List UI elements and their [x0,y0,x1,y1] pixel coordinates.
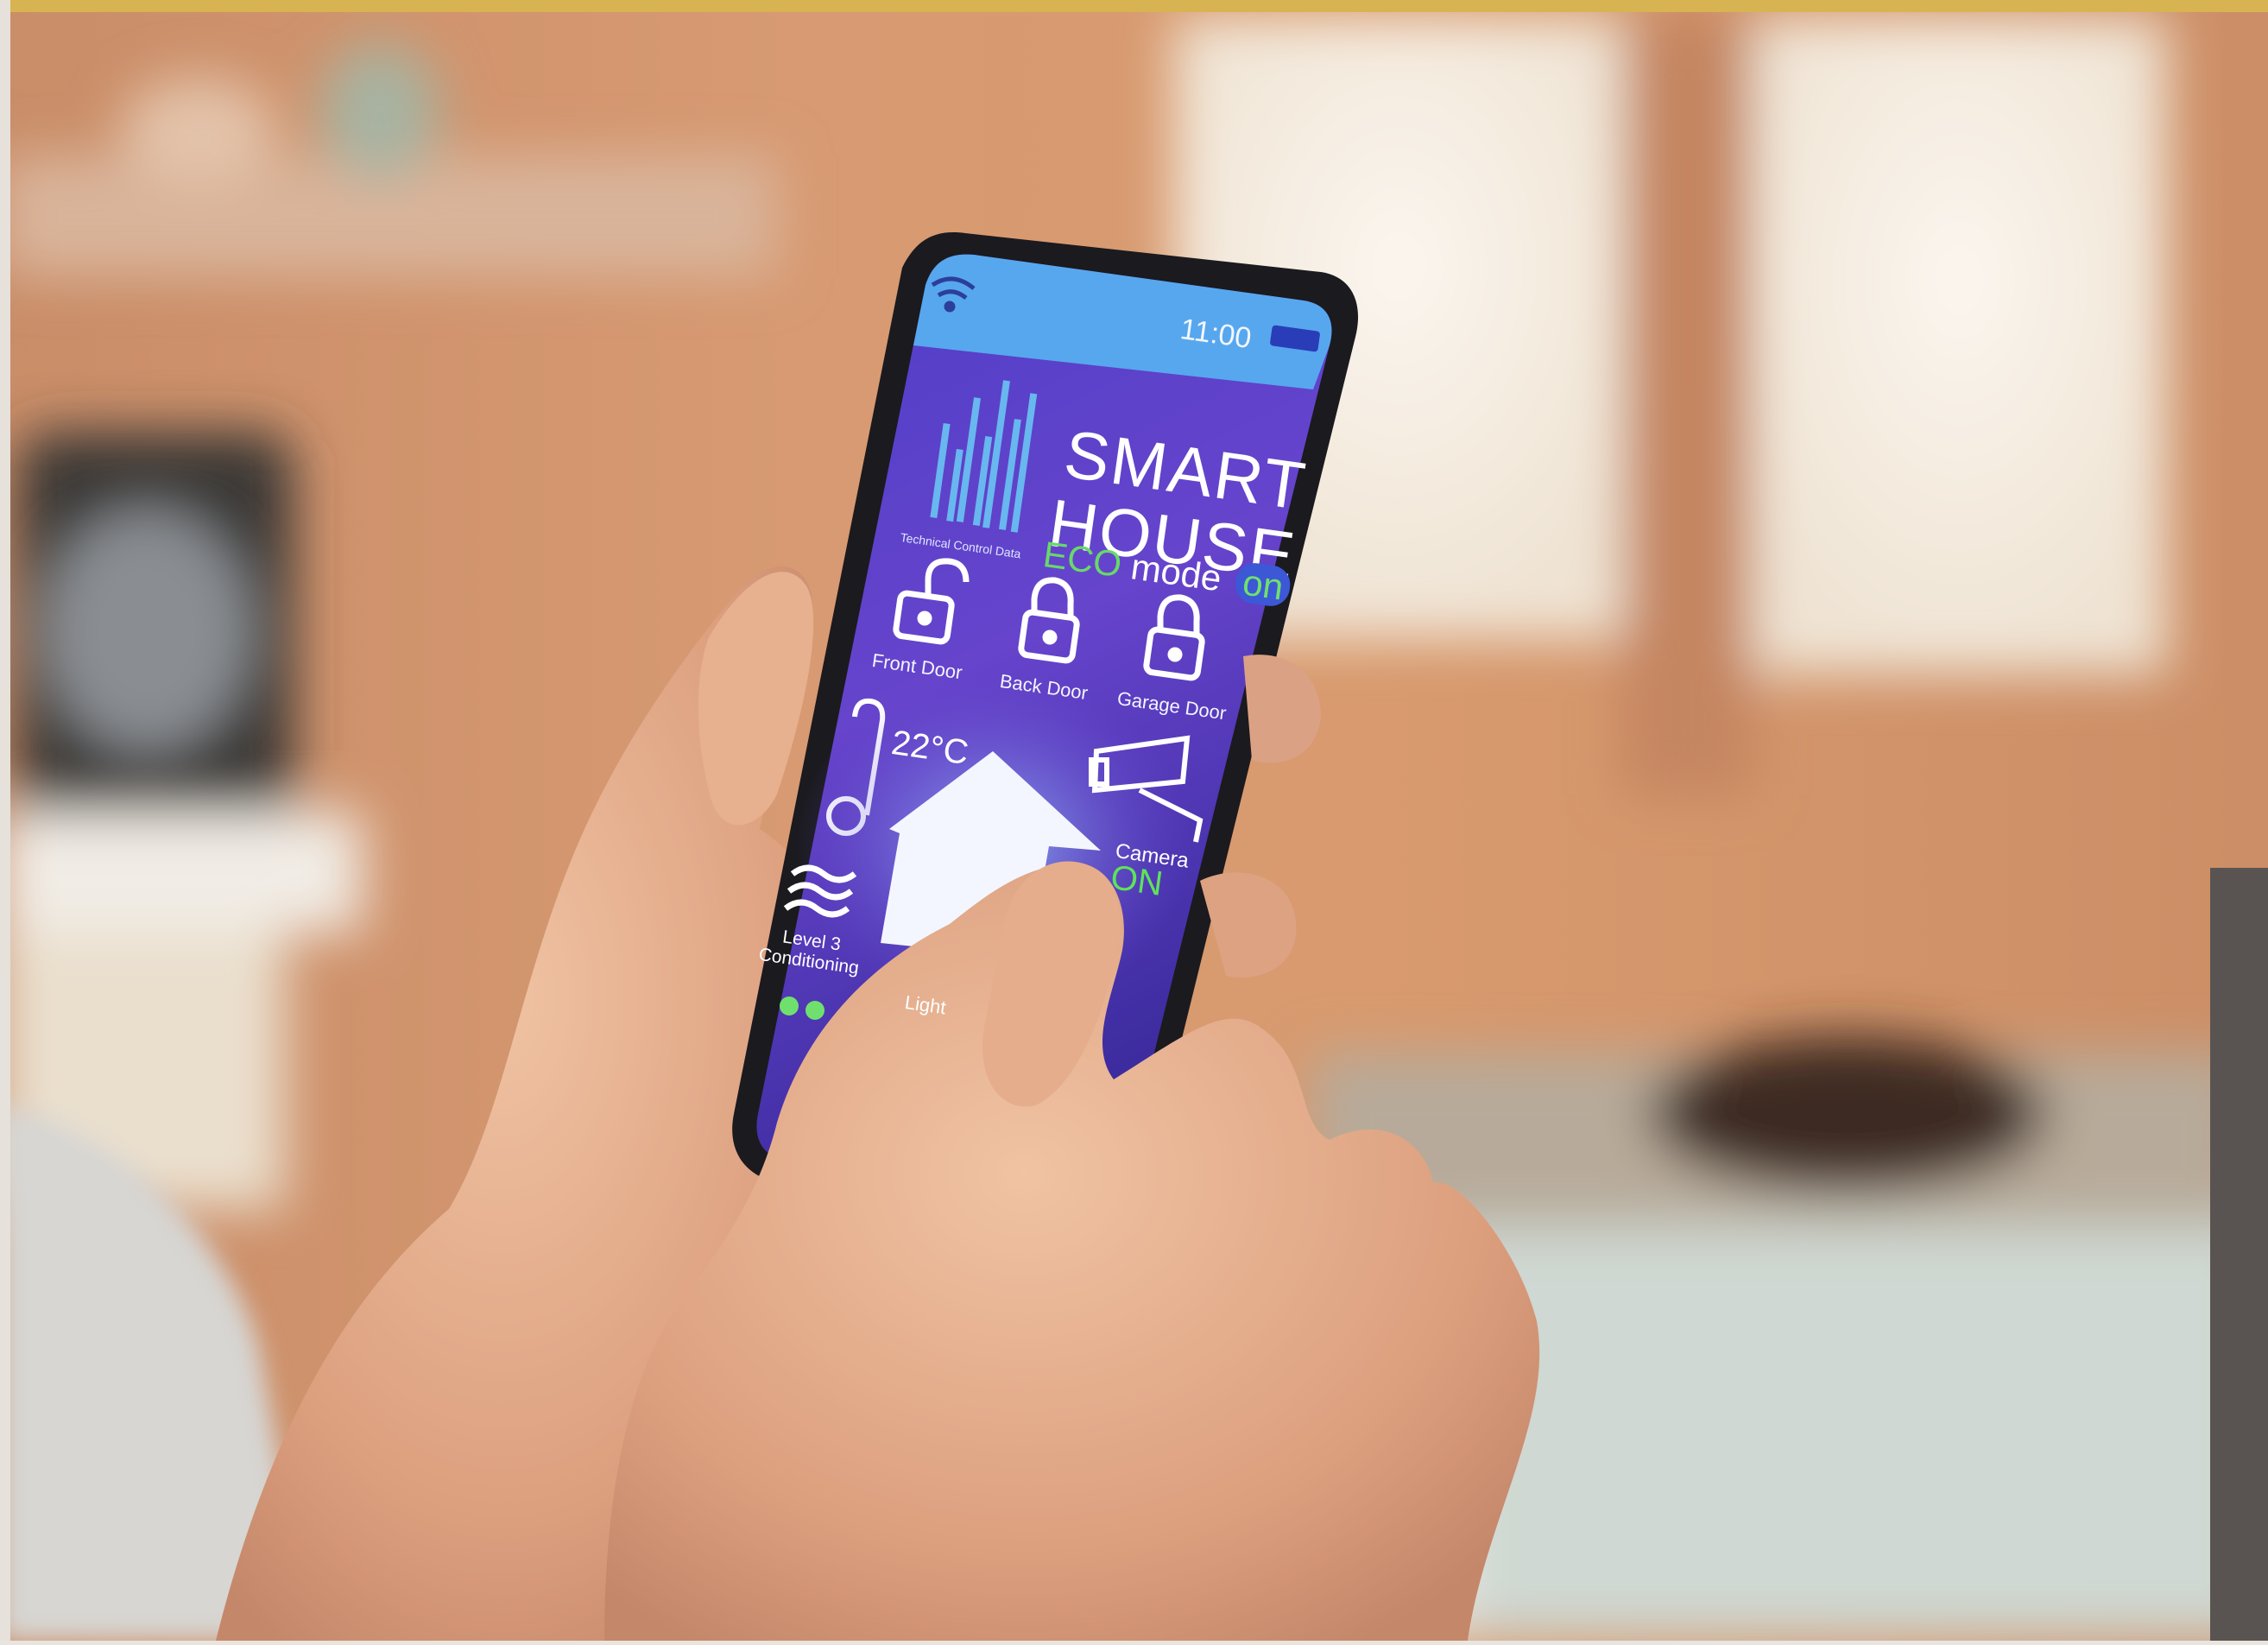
smart-house-app-screen: 11:00 SMART HOUSE Technical Control Data… [0,0,2268,1641]
front-door-lock-label[interactable]: Front Door [870,649,964,684]
status-time: 11:00 [1178,313,1254,356]
light-label[interactable]: Light [903,991,948,1019]
temperature-readout: 22°C [888,724,971,773]
chart-caption: Technical Control Data [899,530,1022,561]
conditioning-label[interactable]: Level 3 Conditioning [757,924,862,979]
eco-status-badge[interactable]: on [1233,560,1293,609]
back-door-lock-label[interactable]: Back Door [998,670,1090,705]
camera-status[interactable]: ON [1109,858,1166,904]
garage-door-lock-label[interactable]: Garage Door [1115,687,1228,724]
